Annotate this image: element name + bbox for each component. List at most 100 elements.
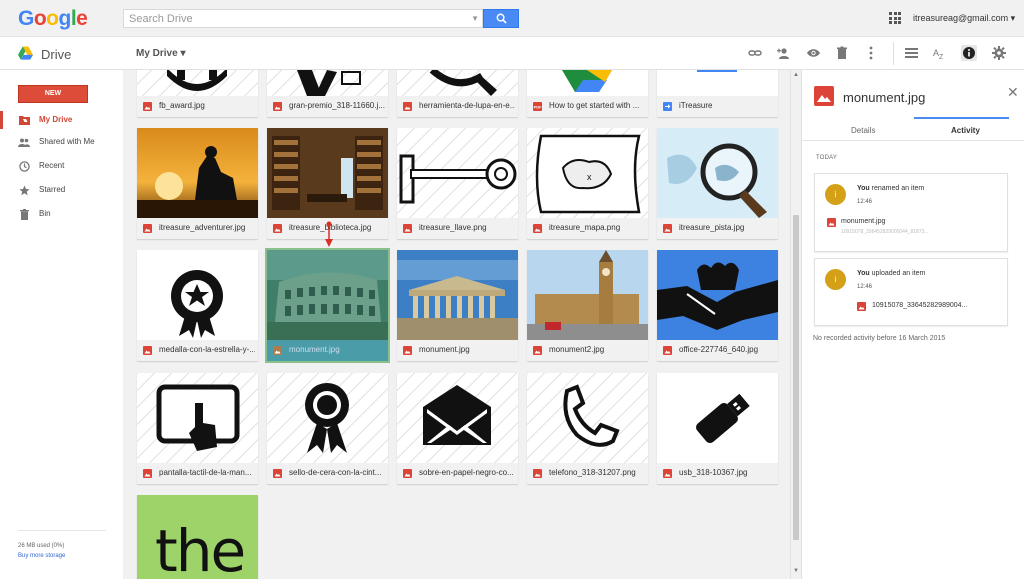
file-name: itreasure_llave.png — [419, 223, 487, 232]
image-file-icon — [533, 224, 542, 233]
trash-icon[interactable] — [834, 45, 850, 61]
tab-details[interactable]: Details — [851, 126, 875, 135]
file-card[interactable]: sobre-en-papel-negro-co... — [397, 373, 518, 484]
file-card[interactable]: monument2.jpg — [527, 250, 648, 361]
file-card[interactable]: usb_318-10367.jpg — [657, 373, 778, 484]
colosseum-thumbnail — [267, 250, 388, 340]
activity-date-header: TODAY — [816, 155, 838, 161]
file-card[interactable]: itreasure_llave.png — [397, 128, 518, 239]
pdf-file-icon: PDF — [533, 102, 542, 111]
google-logo[interactable]: Google — [18, 7, 88, 31]
activity-time: 12:46 — [857, 199, 873, 205]
scroll-thumb[interactable] — [793, 215, 799, 540]
activity-card[interactable]: i You uploaded an item 12:46 10915078_33… — [814, 258, 1008, 326]
buy-storage-link[interactable]: Buy more storage — [18, 553, 65, 559]
file-card[interactable]: itreasure_adventurer.jpg — [137, 128, 258, 239]
file-card[interactable]: gran-premio_318-11660.j... — [267, 70, 388, 117]
sidebar-item-recent[interactable]: Recent — [0, 157, 124, 175]
file-card[interactable]: pantalla-tactil-de-la-man... — [137, 373, 258, 484]
file-name: itreasure_mapa.png — [549, 223, 621, 232]
thumbnail-text: the — [155, 517, 246, 579]
top-bar: Google ▼ itreasureag@gmail.com ▾ — [0, 0, 1024, 37]
close-icon[interactable]: ✕ — [1007, 84, 1019, 101]
settings-icon[interactable] — [991, 45, 1007, 61]
file-card[interactable]: medalla-con-la-estrella-y-... — [137, 250, 258, 361]
toolbar-divider — [893, 42, 894, 65]
link-icon[interactable] — [747, 45, 763, 61]
activity-file-name[interactable]: monument.jpg — [841, 218, 885, 225]
file-card[interactable]: fb_award.jpg — [137, 70, 258, 117]
list-view-icon[interactable] — [903, 45, 919, 61]
file-card[interactable]: the — [137, 495, 258, 579]
image-file-icon — [273, 469, 282, 478]
sidebar-item-starred[interactable]: Starred — [0, 181, 124, 199]
content-scrollbar[interactable]: ▲ ▼ — [790, 70, 801, 579]
activity-card[interactable]: i You renamed an item 12:46 monument.jpg… — [814, 173, 1008, 252]
sidebar-item-label: Shared with Me — [39, 137, 95, 146]
svg-text:PDF: PDF — [534, 105, 542, 110]
search-button[interactable] — [483, 9, 519, 28]
file-thumbnail — [527, 250, 648, 340]
sort-az-icon[interactable]: AZ — [932, 45, 948, 61]
image-file-icon — [143, 102, 152, 111]
details-panel: monument.jpg ✕ Details Activity TODAY i … — [801, 70, 1024, 579]
file-name: monument2.jpg — [549, 345, 605, 354]
image-file-icon — [143, 346, 152, 355]
tab-activity[interactable]: Activity — [951, 126, 980, 135]
file-thumbnail: x — [527, 128, 648, 218]
search-input[interactable] — [124, 10, 464, 27]
activity-file-name[interactable]: 10915078_33645282989004... — [872, 302, 967, 309]
file-card[interactable]: office-227746_640.jpg — [657, 250, 778, 361]
preview-icon[interactable] — [805, 45, 821, 61]
avatar: i — [825, 269, 846, 290]
image-file-icon — [273, 102, 282, 111]
image-file-icon — [663, 224, 672, 233]
file-name: gran-premio_318-11660.j... — [289, 101, 385, 110]
trash-icon — [18, 208, 30, 220]
image-file-icon — [403, 346, 412, 355]
image-file-icon — [533, 346, 542, 355]
file-card[interactable]: monument.jpg — [397, 250, 518, 361]
big-ben-thumbnail — [527, 250, 648, 340]
location-dropdown[interactable]: My Drive ▾ — [136, 48, 185, 59]
search-options-icon[interactable]: ▼ — [471, 14, 479, 23]
file-card[interactable]: sello-de-cera-con-la-cint... — [267, 373, 388, 484]
search-box[interactable]: ▼ — [123, 9, 483, 28]
drive-logo-icon[interactable] — [18, 46, 33, 60]
apps-grid-icon[interactable] — [889, 12, 901, 24]
tabs-divider — [802, 140, 1024, 141]
file-thumbnail — [657, 70, 778, 96]
clock-icon — [18, 160, 30, 172]
file-card[interactable]: herramienta-de-lupa-en-e... — [397, 70, 518, 117]
file-card-selected[interactable]: monument.jpg — [265, 248, 390, 363]
search-icon — [496, 13, 507, 24]
image-file-icon — [857, 302, 866, 311]
more-vert-icon[interactable] — [863, 45, 879, 61]
sidebar: NEW My Drive Shared with Me Recent Starr… — [0, 70, 124, 579]
sidebar-item-my-drive[interactable]: My Drive — [0, 111, 124, 129]
drive-toolbar: Drive My Drive ▾ AZ — [0, 37, 1024, 70]
drive-folder-icon — [18, 114, 30, 126]
file-card[interactable]: iTreasure — [657, 70, 778, 117]
sidebar-item-label: Starred — [39, 185, 66, 194]
file-name: monument.jpg — [289, 345, 340, 354]
sidebar-item-shared[interactable]: Shared with Me — [0, 133, 124, 151]
activity-time: 12:46 — [857, 284, 873, 290]
file-name: usb_318-10367.jpg — [679, 468, 748, 477]
file-card[interactable]: itreasure_pista.jpg — [657, 128, 778, 239]
parthenon-thumbnail — [397, 250, 518, 340]
file-card[interactable]: telefono_318-31207.png — [527, 373, 648, 484]
sidebar-item-bin[interactable]: Bin — [0, 205, 124, 223]
scroll-up-icon[interactable]: ▲ — [793, 72, 799, 78]
logo-letter: o — [46, 7, 59, 30]
svg-text:x: x — [587, 172, 592, 182]
info-icon[interactable] — [961, 45, 977, 61]
scroll-down-icon[interactable]: ▼ — [793, 568, 799, 574]
file-card[interactable]: PDF How to get started with ... — [527, 70, 648, 117]
new-button[interactable]: NEW — [18, 85, 88, 103]
add-person-icon[interactable] — [776, 45, 792, 61]
adventurer-sunset-thumbnail — [137, 128, 258, 218]
file-card[interactable]: x itreasure_mapa.png — [527, 128, 648, 239]
file-caption: monument.jpg — [397, 340, 518, 361]
account-menu[interactable]: itreasureag@gmail.com ▾ — [913, 13, 1015, 24]
